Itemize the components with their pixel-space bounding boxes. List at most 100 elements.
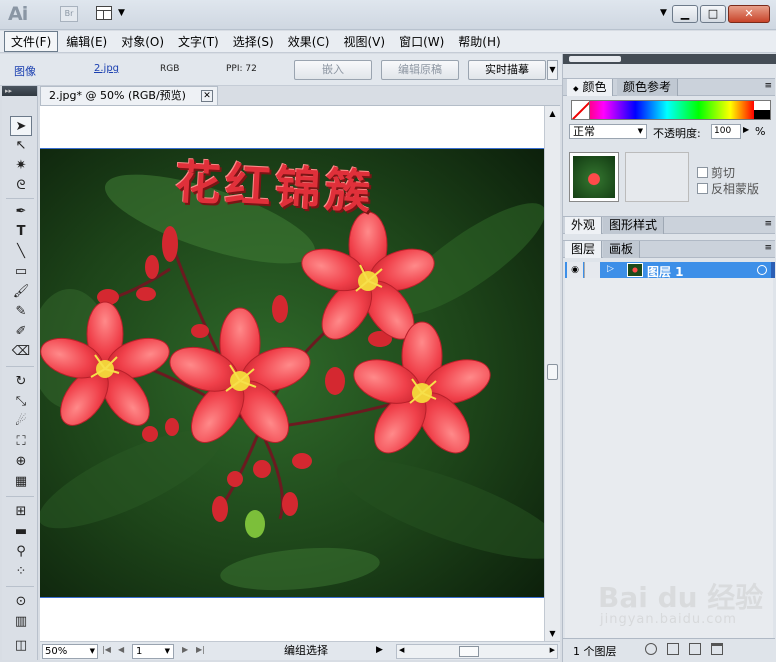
edit-original-button[interactable]: 编辑原稿 [381, 60, 459, 80]
rectangle-tool-icon[interactable]: ▭ [10, 262, 32, 282]
perspective-grid-tool-icon[interactable]: ▦ [10, 472, 32, 492]
artboard-select[interactable]: 1 ▼ [132, 644, 174, 659]
horizontal-scrollbar[interactable]: ◀ ▶ [396, 644, 558, 659]
collapse-handle[interactable] [569, 56, 621, 62]
new-layer-icon[interactable] [689, 643, 701, 655]
menu-select[interactable]: 选择(S) [227, 32, 280, 51]
scale-tool-icon[interactable]: ⤡ [10, 392, 32, 412]
line-tool-icon[interactable]: ╲ [10, 242, 32, 262]
menu-help[interactable]: 帮助(H) [452, 32, 506, 51]
blob-brush-tool-icon[interactable]: ✐ [10, 322, 32, 342]
linked-file-link[interactable]: 2.jpg [94, 63, 119, 74]
warp-tool-icon[interactable]: ☄ [10, 412, 32, 432]
close-document-icon[interactable]: ✕ [201, 90, 213, 102]
menu-object[interactable]: 对象(O) [115, 32, 170, 51]
magic-wand-tool-icon[interactable]: ✷ [10, 156, 32, 176]
artboard-canvas[interactable]: 花红锦簇 [40, 106, 544, 641]
minimize-button[interactable]: ▁ [672, 5, 698, 23]
horizontal-scroll-thumb[interactable] [459, 646, 479, 657]
free-transform-tool-icon[interactable]: ⛶ [10, 432, 32, 452]
scroll-right-icon[interactable]: ▶ [550, 646, 555, 654]
panel-dock-header[interactable] [563, 54, 776, 64]
scroll-up-icon[interactable]: ▲ [545, 106, 560, 121]
layer-row[interactable]: ◉ ▷ 图层 1 [565, 262, 775, 279]
menu-effect[interactable]: 效果(C) [282, 32, 336, 51]
next-artboard-icon[interactable]: ▶ [182, 645, 188, 654]
workspace-switcher-icon[interactable]: ▼ [660, 8, 667, 18]
eye-icon[interactable]: ◉ [567, 262, 583, 278]
pen-tool-icon[interactable]: ✒ [10, 202, 32, 222]
lasso-tool-icon[interactable]: ᘓ [10, 176, 32, 196]
placed-image[interactable]: 花红锦簇 [40, 148, 544, 598]
checkbox-box[interactable] [697, 167, 708, 178]
object-thumbnail[interactable] [569, 152, 619, 202]
invert-mask-checkbox[interactable]: 反相蒙版 [697, 180, 759, 197]
color-spectrum-bar[interactable] [571, 100, 771, 120]
tab-appearance[interactable]: 外观 [565, 217, 603, 234]
panel-menu-icon[interactable]: ≡ [764, 243, 772, 253]
toolbox-grip[interactable]: ▸▸ [2, 86, 37, 96]
zoom-select[interactable]: 50% ▼ [42, 644, 98, 659]
mask-thumbnail[interactable] [625, 152, 689, 202]
eraser-tool-icon[interactable]: ⌫ [10, 342, 32, 362]
rotate-tool-icon[interactable]: ↻ [10, 372, 32, 392]
tab-graphic-styles[interactable]: 图形样式 [603, 217, 665, 234]
scroll-down-icon[interactable]: ▼ [545, 626, 560, 641]
menu-edit[interactable]: 编辑(E) [60, 32, 113, 51]
mesh-tool-icon[interactable]: ⊞ [10, 502, 32, 522]
close-button[interactable]: ✕ [728, 5, 770, 23]
menu-type[interactable]: 文字(T) [172, 32, 225, 51]
panel-menu-icon[interactable]: ≡ [764, 219, 772, 229]
expand-triangle-icon[interactable]: ▷ [607, 264, 614, 274]
direct-selection-tool-icon[interactable]: ↖ [10, 136, 32, 156]
selection-tool-icon[interactable]: ➤ [10, 116, 32, 136]
vertical-scroll-thumb[interactable] [547, 364, 558, 380]
black-white-swatch[interactable] [754, 101, 770, 119]
live-trace-options-dropdown[interactable]: ▼ [547, 60, 558, 80]
pencil-tool-icon[interactable]: ✎ [10, 302, 32, 322]
target-circle-icon[interactable] [757, 265, 767, 275]
status-text[interactable]: 编组选择 [226, 644, 386, 659]
menu-view[interactable]: 视图(V) [337, 32, 391, 51]
tab-color[interactable]: ⬥ 颜色 [567, 79, 614, 96]
gradient-tool-icon[interactable]: ▬ [10, 522, 32, 542]
embed-button[interactable]: 嵌入 [294, 60, 372, 80]
paintbrush-tool-icon[interactable]: 🖌 [10, 282, 32, 302]
status-menu-icon[interactable]: ▶ [376, 645, 383, 655]
eyedropper-tool-icon[interactable]: ⚲ [10, 542, 32, 562]
tool-divider [6, 586, 34, 587]
scroll-left-icon[interactable]: ◀ [399, 646, 404, 654]
opacity-input[interactable]: 100 [711, 124, 741, 139]
type-tool-icon[interactable]: T [10, 222, 32, 242]
none-color-swatch[interactable] [572, 101, 590, 119]
blend-mode-select[interactable]: 正常 ▼ [569, 124, 647, 139]
bridge-button[interactable]: Br [60, 6, 78, 22]
trash-icon[interactable] [711, 643, 723, 655]
blend-tool-icon[interactable]: ⁘ [10, 562, 32, 582]
clip-checkbox[interactable]: 剪切 [697, 164, 735, 181]
transparency-thumbnails: 剪切 反相蒙版 [569, 152, 769, 210]
tab-artboards[interactable]: 画板 [603, 241, 641, 258]
arrange-documents-button[interactable]: ▼ [96, 6, 126, 22]
document-tab[interactable]: 2.jpg* @ 50% (RGB/预览) ✕ [40, 86, 218, 106]
lock-toggle[interactable] [584, 262, 600, 278]
menu-window[interactable]: 窗口(W) [393, 32, 450, 51]
column-graph-tool-icon[interactable]: ▥ [10, 612, 32, 632]
symbol-sprayer-tool-icon[interactable]: ⊙ [10, 592, 32, 612]
menu-file[interactable]: 文件(F) [4, 31, 59, 52]
last-artboard-icon[interactable]: ▶| [196, 645, 205, 654]
panel-menu-icon[interactable]: ≡ [764, 81, 772, 91]
vertical-scrollbar[interactable]: ▲ ▼ [544, 106, 560, 641]
first-artboard-icon[interactable]: |◀ [102, 645, 111, 654]
tab-layers[interactable]: 图层 [565, 241, 603, 258]
artboard-tool-icon[interactable]: ◫ [10, 636, 32, 656]
live-trace-button[interactable]: 实时描摹 [468, 60, 546, 80]
checkbox-box[interactable] [697, 183, 708, 194]
shape-builder-tool-icon[interactable]: ⊕ [10, 452, 32, 472]
opacity-slider-icon[interactable]: ▶ [743, 125, 749, 134]
tab-color-guide[interactable]: 颜色参考 [617, 79, 679, 96]
new-sublayer-icon[interactable] [667, 643, 679, 655]
maximize-button[interactable]: □ [700, 5, 726, 23]
make-clipping-mask-icon[interactable] [645, 643, 657, 655]
prev-artboard-icon[interactable]: ◀ [118, 645, 124, 654]
